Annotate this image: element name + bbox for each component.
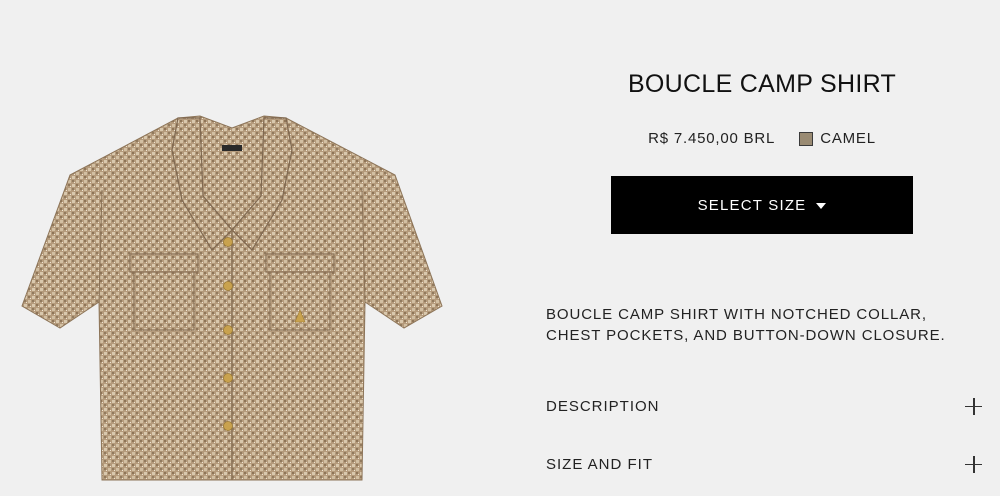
shirt-button — [223, 325, 233, 335]
summary-line: BOUCLE CAMP SHIRT WITH NOTCHED COLLAR, — [546, 306, 927, 323]
shirt-button — [223, 237, 233, 247]
select-size-button[interactable]: SELECT SIZE — [611, 176, 913, 234]
product-image — [0, 0, 520, 496]
shirt-button — [223, 373, 233, 383]
color-swatch[interactable] — [799, 131, 814, 146]
price-color-row: R$ 7.450,00 BRL CAMEL — [560, 130, 964, 147]
caret-down-icon — [816, 203, 827, 209]
plus-icon[interactable] — [965, 397, 982, 415]
plus-icon[interactable] — [965, 455, 982, 473]
product-page: BOUCLE CAMP SHIRT R$ 7.450,00 BRL CAMEL … — [0, 0, 1000, 496]
product-title: BOUCLE CAMP SHIRT — [627, 70, 897, 98]
accordion-label: SIZE AND FIT — [546, 455, 654, 473]
accordion-size-and-fit[interactable]: SIZE AND FIT — [546, 449, 982, 479]
accordion-label: DESCRIPTION — [546, 397, 660, 415]
accordion-description[interactable]: DESCRIPTION — [546, 391, 982, 421]
color-name: CAMEL — [820, 130, 876, 147]
summary-line: CHEST POCKETS, AND BUTTON-DOWN CLOSURE. — [546, 327, 946, 344]
shirt-button — [223, 281, 233, 291]
select-size-label: SELECT SIZE — [697, 196, 807, 214]
shirt-button — [223, 421, 233, 431]
product-summary: BOUCLE CAMP SHIRT WITH NOTCHED COLLAR, C… — [546, 304, 976, 346]
shirt-illustration — [21, 115, 443, 481]
product-price: R$ 7.450,00 BRL — [648, 130, 776, 147]
